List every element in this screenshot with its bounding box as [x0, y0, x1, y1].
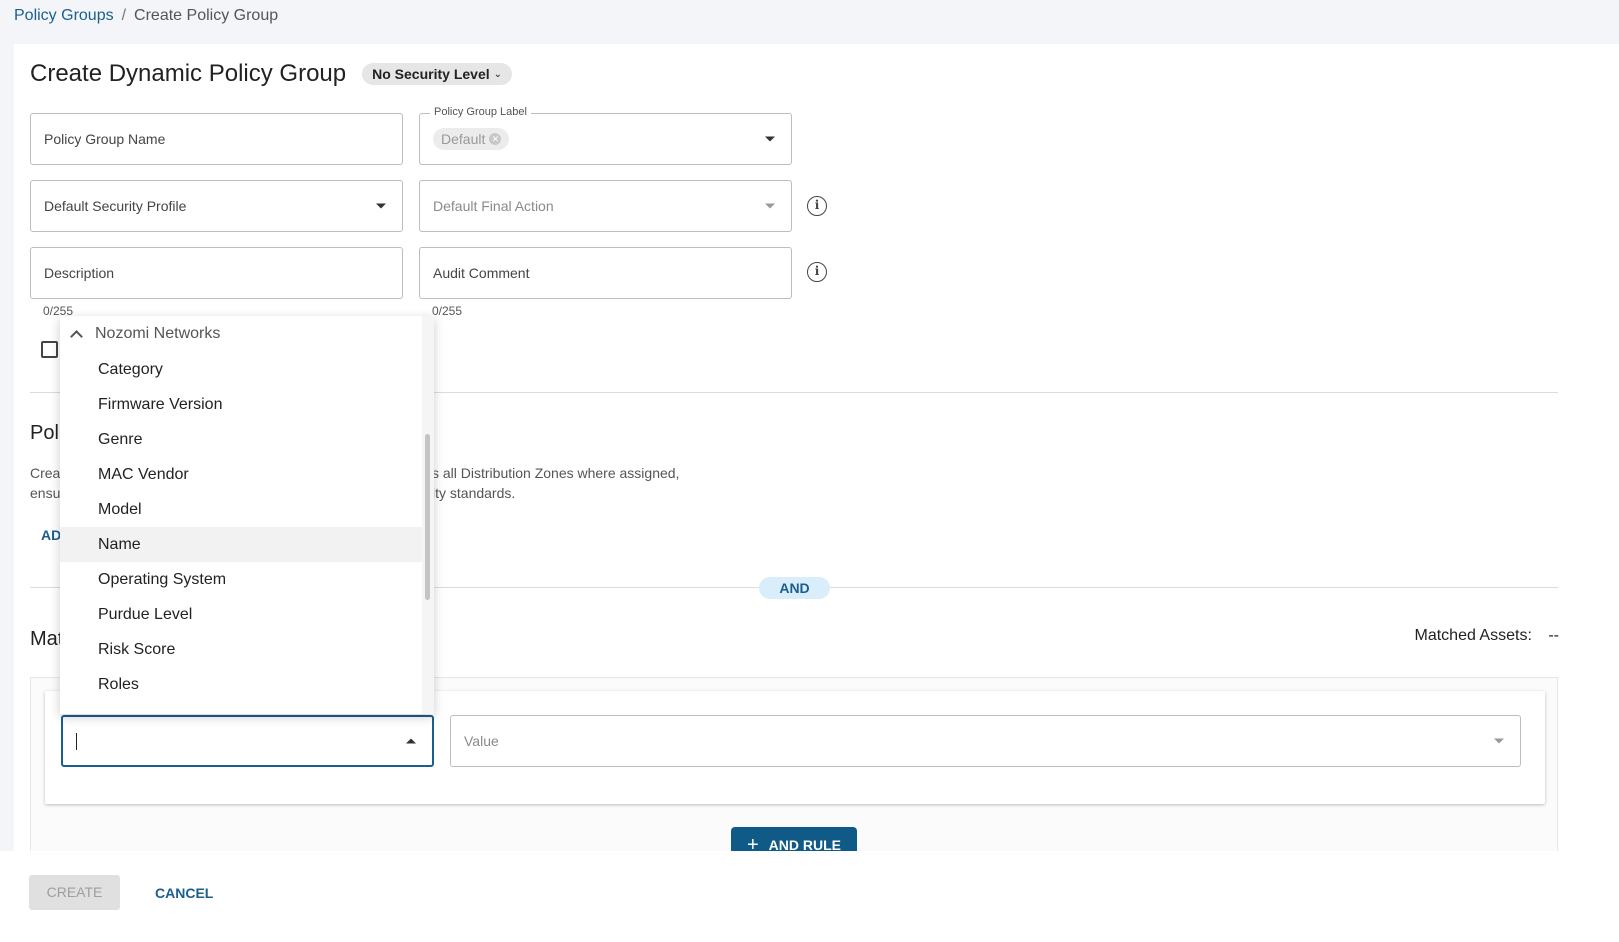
matched-assets: Matched Assets: -- [1415, 627, 1560, 645]
security-level-label: No Security Level [372, 66, 490, 82]
chevron-down-icon: ⌄ [493, 68, 503, 80]
dropdown-group-label: Nozomi Networks [95, 325, 221, 342]
breadcrumb-policy-groups-link[interactable]: Policy Groups [14, 7, 114, 25]
default-security-profile-select[interactable]: Default Security Profile [30, 180, 403, 232]
scrollbar-thumb[interactable] [425, 434, 430, 600]
policy-group-label-label: Policy Group Label [430, 106, 531, 118]
breadcrumb-current: Create Policy Group [134, 7, 279, 24]
description-placeholder: Description [44, 265, 115, 281]
caret-down-icon[interactable] [376, 203, 386, 209]
dropdown-item-roles[interactable]: Roles [60, 667, 434, 702]
dropdown-item-risk-score[interactable]: Risk Score [60, 632, 434, 667]
breadcrumb: Policy Groups / Create Policy Group [14, 7, 278, 25]
text-cursor [76, 732, 77, 750]
value-placeholder: Value [464, 733, 499, 749]
breadcrumb-separator: / [121, 7, 127, 24]
policy-group-name-placeholder: Policy Group Name [44, 131, 166, 147]
security-profile-placeholder: Default Security Profile [44, 198, 187, 214]
description-input[interactable]: Description [30, 247, 403, 299]
create-button[interactable]: CREATE [29, 875, 120, 910]
title-row: Create Dynamic Policy Group No Security … [30, 60, 513, 88]
matched-assets-value: -- [1548, 627, 1559, 644]
matching-heading: Mat [30, 628, 64, 650]
dropdown-item-firmware-version[interactable]: Firmware Version [60, 387, 434, 422]
info-icon[interactable]: i [807, 196, 827, 216]
audit-comment-placeholder: Audit Comment [433, 265, 530, 281]
dropdown-item-mac-vendor[interactable]: MAC Vendor [60, 457, 434, 492]
default-final-action-select[interactable]: Default Final Action [419, 180, 792, 232]
close-icon[interactable]: ✕ [489, 133, 502, 145]
caret-up-icon[interactable] [406, 738, 416, 744]
label-chip-text: Default [441, 131, 486, 147]
policies-description-line: Crea [30, 465, 61, 481]
policies-description-left: Crea ensu [30, 463, 60, 503]
checkbox[interactable] [41, 341, 58, 358]
matched-assets-label: Matched Assets: [1414, 627, 1532, 644]
cancel-button[interactable]: CANCEL [155, 885, 213, 901]
dropdown-item-genre[interactable]: Genre [60, 422, 434, 457]
policies-description-line: ity standards. [432, 485, 516, 501]
policy-group-name-input[interactable]: Policy Group Name [30, 113, 403, 165]
audit-comment-input[interactable]: Audit Comment [419, 247, 792, 299]
caret-down-icon[interactable] [765, 203, 775, 209]
attribute-dropdown-menu: Nozomi Networks Category Firmware Versio… [60, 316, 434, 714]
dropdown-item-category[interactable]: Category [60, 352, 434, 387]
footer-bar [0, 851, 1619, 942]
dropdown-group-header[interactable]: Nozomi Networks [60, 316, 434, 352]
policy-group-label-select[interactable]: Policy Group Label Default ✕ [419, 106, 792, 165]
audit-comment-counter: 0/255 [432, 304, 463, 318]
dropdown-item-model[interactable]: Model [60, 492, 434, 527]
final-action-placeholder: Default Final Action [433, 198, 554, 214]
label-chip-default[interactable]: Default ✕ [433, 128, 510, 150]
security-level-dropdown[interactable]: No Security Level ⌄ [362, 63, 513, 85]
add-policy-link[interactable]: AD [41, 527, 61, 543]
attribute-select-input[interactable] [61, 715, 434, 767]
and-pill: AND [759, 577, 830, 599]
policies-heading: Poli [30, 422, 64, 444]
page-title: Create Dynamic Policy Group [30, 60, 347, 87]
dropdown-item-purdue-level[interactable]: Purdue Level [60, 597, 434, 632]
dropdown-item-operating-system[interactable]: Operating System [60, 562, 434, 597]
info-icon[interactable]: i [807, 262, 827, 282]
value-select[interactable]: Value [450, 715, 1521, 767]
caret-down-icon[interactable] [765, 136, 775, 142]
policies-description-right: s all Distribution Zones where assigned,… [432, 463, 679, 503]
caret-down-icon[interactable] [1494, 738, 1504, 744]
dropdown-item-name[interactable]: Name [60, 527, 434, 562]
chevron-up-icon [70, 330, 83, 343]
policies-description-line: ensu [30, 485, 61, 501]
policies-description-line: s all Distribution Zones where assigned, [432, 465, 680, 481]
